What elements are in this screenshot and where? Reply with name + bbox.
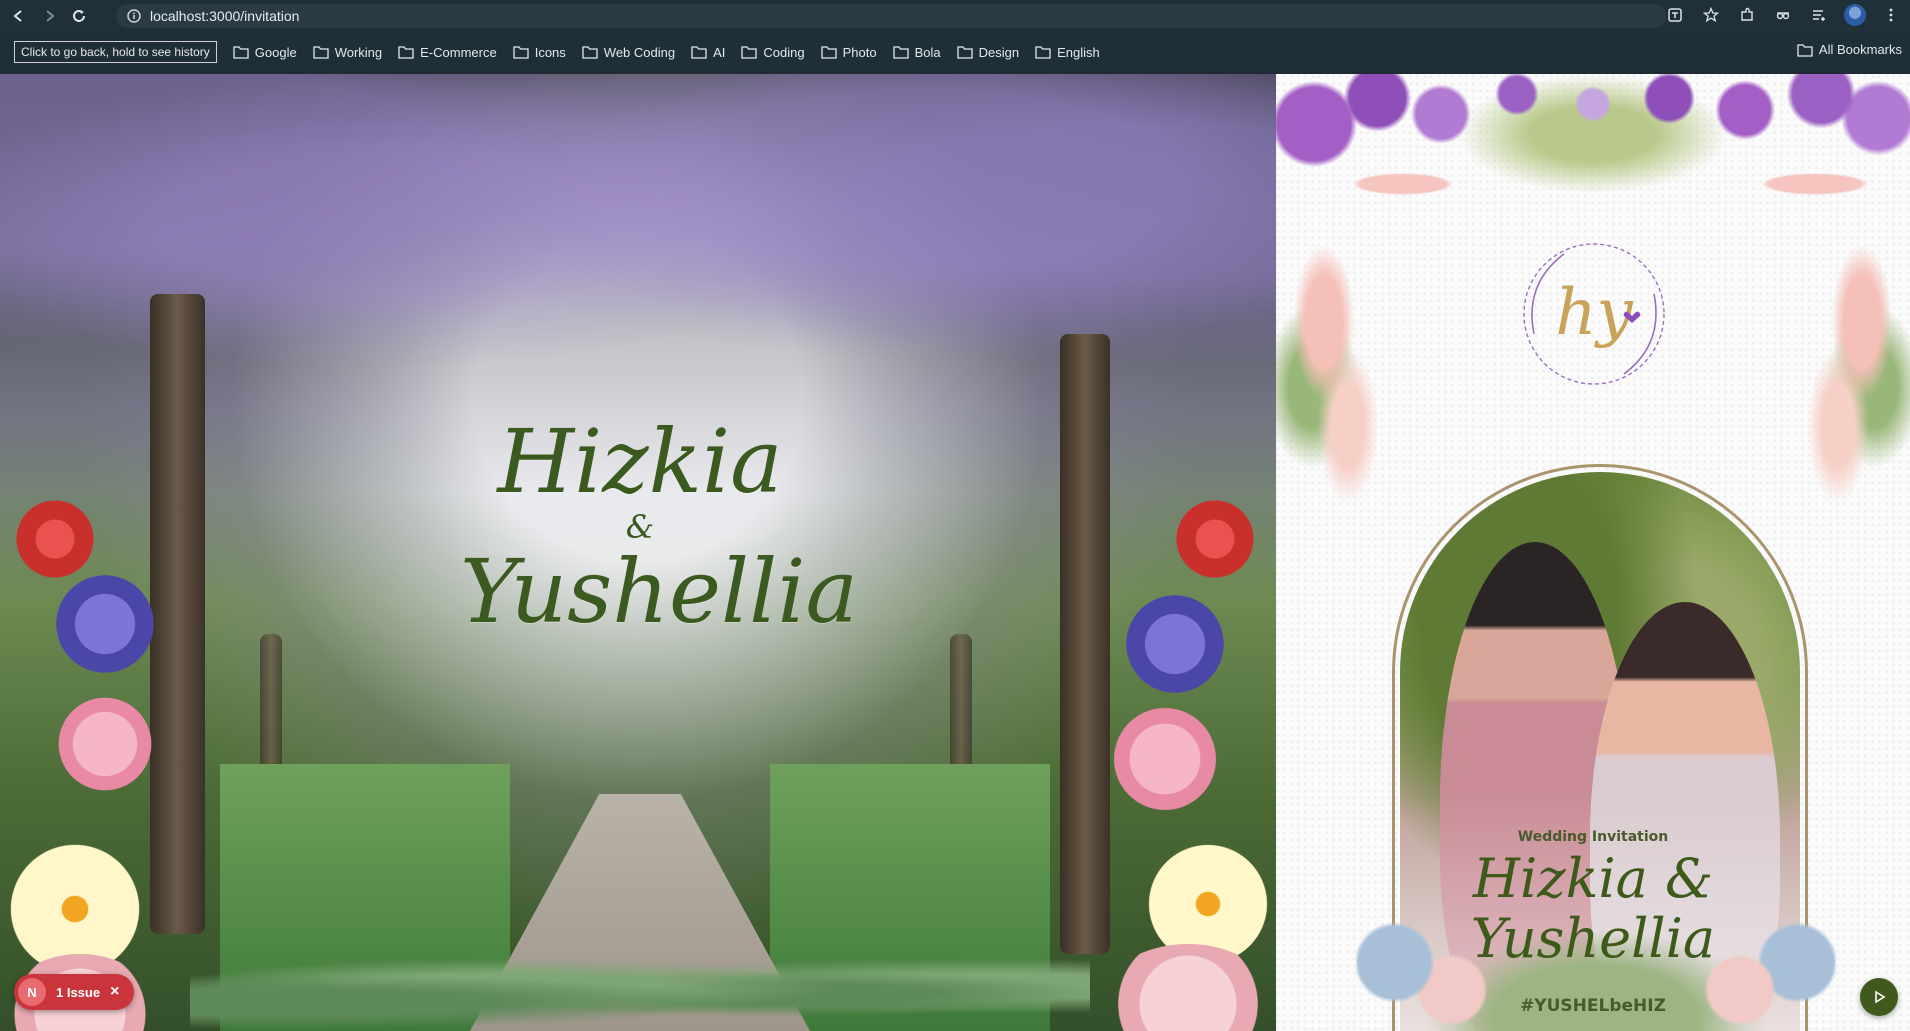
bride-groom-name: Hizkia [497,410,783,513]
music-play-button[interactable] [1860,978,1898,1016]
tab-search-icon[interactable] [1772,4,1794,26]
monogram-text: hy [1555,276,1633,350]
floral-border [1276,244,1396,504]
reading-list-icon[interactable] [1808,4,1830,26]
page-content: Hizkia & Yushellia hy Wedding Invitation [0,74,1910,1031]
bookmark-coding[interactable]: Coding [741,44,805,60]
folder-icon [892,46,909,59]
bookmark-label: AI [713,44,726,60]
folder-icon [1797,43,1813,57]
extensions-icon[interactable] [1736,4,1758,26]
bookmark-label: Google [254,44,297,60]
bookmark-bola[interactable]: Bola [892,44,941,60]
address-url[interactable]: localhost:3000/invitation [150,8,299,24]
folder-icon [691,46,707,59]
bookmark-label: Working [334,44,383,60]
folder-icon [1035,46,1051,59]
translate-icon[interactable] [1664,4,1686,26]
bookmark-ecommerce[interactable]: E-Commerce [398,45,497,60]
all-bookmarks[interactable]: All Bookmarks [1797,42,1902,57]
lily-flower [1170,494,1260,584]
folder-icon [582,46,598,59]
invitation-card: hy Wedding Invitation Hizkia & Yushellia… [1276,74,1910,1031]
bookmark-label: Icons [534,44,566,60]
folder-icon [398,46,414,59]
all-bookmarks-label: All Bookmarks [1818,42,1902,57]
address-bar[interactable]: localhost:3000/invitation [116,4,1666,28]
invitation-names: Hizkia & Yushellia [1276,849,1910,969]
iris-flower [50,574,160,674]
folder-icon [313,46,329,59]
bookmark-working[interactable]: Working [313,45,382,60]
floral-border [1790,244,1910,504]
issue-count[interactable]: 1 Issue [56,985,100,1000]
reload-icon[interactable] [68,5,90,27]
iris-flower [1120,594,1230,694]
bookmark-label: Bola [914,44,941,60]
bookmark-label: English [1057,44,1100,60]
issues-badge[interactable]: N 1 Issue × [14,974,134,1010]
close-icon[interactable]: × [110,983,119,1001]
pink-lily-flower [1110,704,1220,814]
hero-title: Hizkia & Yushellia [460,410,858,643]
hero-panel: Hizkia & Yushellia [0,74,1276,1031]
site-info-icon[interactable] [126,8,142,24]
bookmark-label: E-Commerce [420,44,497,60]
browser-toolbar: localhost:3000/invitation [0,0,1910,32]
folder-icon [820,46,837,59]
bookmark-english[interactable]: English [1035,45,1100,60]
bookmark-web-coding[interactable]: Web Coding [582,45,675,60]
folder-icon [956,46,973,59]
nextjs-icon: N [18,978,46,1006]
back-arrow-icon[interactable] [8,5,30,27]
pink-lily-flower [55,694,155,794]
bookmarks-bar: Click to go back, hold to see history Go… [0,32,1910,72]
folder-icon [233,46,249,59]
bookmark-photo[interactable]: Photo [820,44,877,60]
lily-flower [10,494,100,584]
bookmark-label: Design [978,44,1020,60]
play-icon [1875,990,1886,1004]
bride-groom-name: Yushellia [460,540,858,643]
bookmark-label: Photo [842,44,877,60]
invitation-names-line1: Hizkia & [1472,847,1714,910]
bookmark-label: Web Coding [603,44,676,60]
monogram-logo: hy [1523,243,1665,385]
avatar[interactable] [1844,4,1866,26]
menu-icon[interactable] [1880,4,1902,26]
back-tooltip: Click to go back, hold to see history [14,41,217,63]
bookmark-label: Coding [763,44,805,60]
ampersand: & [625,508,655,546]
star-icon[interactable] [1700,4,1722,26]
forward-arrow-icon[interactable] [38,5,60,27]
foliage [190,954,1090,1031]
bookmark-ai[interactable]: AI [691,45,725,60]
bookmark-icons[interactable]: Icons [513,45,566,60]
invitation-names-line2: Yushellia [1470,907,1716,970]
bookmark-google[interactable]: Google [233,45,297,60]
folder-icon [513,46,529,59]
wedding-hashtag: #YUSHELbeHIZ [1520,996,1666,1016]
folder-icon [741,46,758,59]
tree-trunk [1060,334,1110,954]
bookmark-design[interactable]: Design [956,44,1020,60]
invitation-label: Wedding Invitation [1517,829,1669,845]
